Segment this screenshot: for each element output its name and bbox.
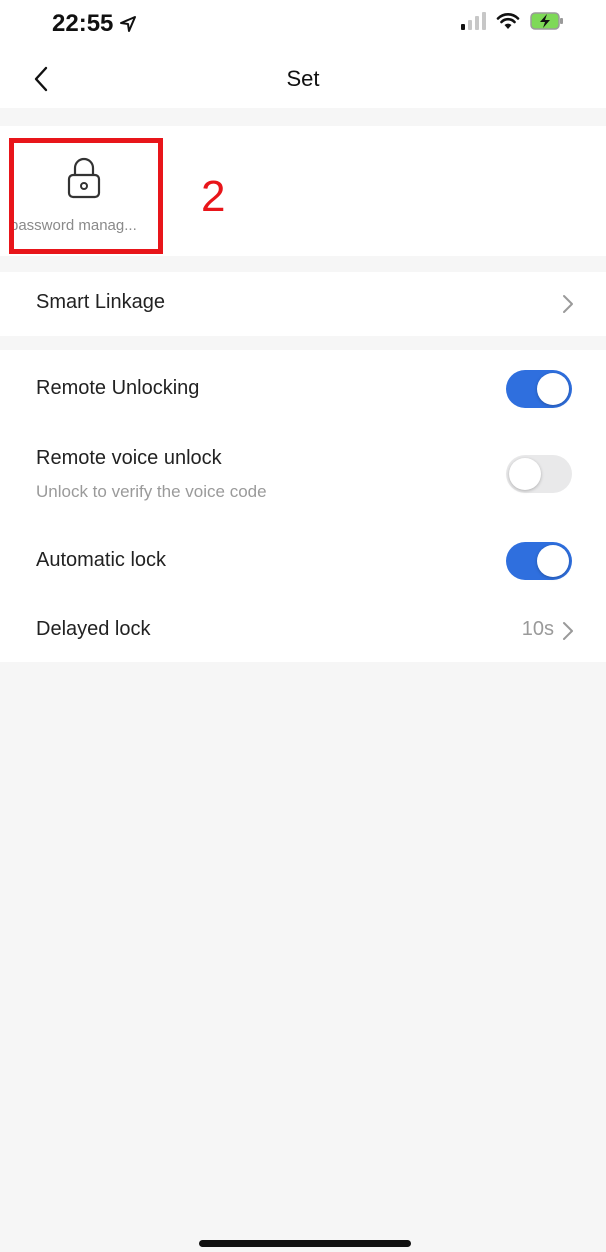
smart-linkage-label: Smart Linkage bbox=[36, 291, 165, 313]
automatic-lock-label: Automatic lock bbox=[36, 549, 167, 571]
status-time-group: 22:55 bbox=[52, 10, 137, 38]
remote-unlocking-row: Remote Unlocking bbox=[0, 350, 606, 426]
signal-icon bbox=[461, 12, 486, 30]
toggle-knob bbox=[537, 545, 569, 577]
annotation-highlight-box bbox=[9, 138, 163, 254]
automatic-lock-toggle[interactable] bbox=[506, 542, 572, 580]
status-bar: 22:55 bbox=[0, 0, 606, 50]
status-icons bbox=[460, 12, 564, 30]
page-title: Set bbox=[286, 66, 320, 91]
remote-voice-unlock-sublabel: Unlock to verify the voice code bbox=[36, 482, 267, 501]
smart-linkage-row[interactable]: Smart Linkage bbox=[0, 272, 606, 336]
delayed-lock-value: 10s bbox=[521, 618, 554, 640]
lock-settings-section: Remote Unlocking Remote voice unlock Unl… bbox=[0, 350, 606, 662]
location-arrow-icon bbox=[120, 16, 137, 32]
remote-voice-unlock-row: Remote voice unlock Unlock to verify the… bbox=[0, 426, 606, 522]
wifi-icon bbox=[496, 13, 520, 29]
toggle-knob bbox=[509, 458, 541, 490]
remote-unlocking-toggle[interactable] bbox=[506, 370, 572, 408]
delayed-lock-row[interactable]: Delayed lock 10s bbox=[0, 592, 606, 662]
chevron-right-icon bbox=[563, 622, 573, 640]
delayed-lock-label: Delayed lock bbox=[36, 618, 151, 640]
remote-unlocking-label: Remote Unlocking bbox=[36, 377, 200, 399]
remote-voice-unlock-toggle[interactable] bbox=[506, 455, 572, 493]
chevron-right-icon bbox=[563, 295, 573, 313]
battery-charging-icon bbox=[530, 12, 563, 30]
toggle-knob bbox=[537, 373, 569, 405]
automatic-lock-row: Automatic lock bbox=[0, 522, 606, 592]
annotation-number: 2 bbox=[201, 172, 226, 221]
status-time: 22:55 bbox=[52, 10, 114, 37]
remote-voice-unlock-label: Remote voice unlock bbox=[36, 447, 222, 469]
home-indicator[interactable] bbox=[199, 1240, 411, 1247]
navigation-bar: Set bbox=[0, 50, 606, 108]
